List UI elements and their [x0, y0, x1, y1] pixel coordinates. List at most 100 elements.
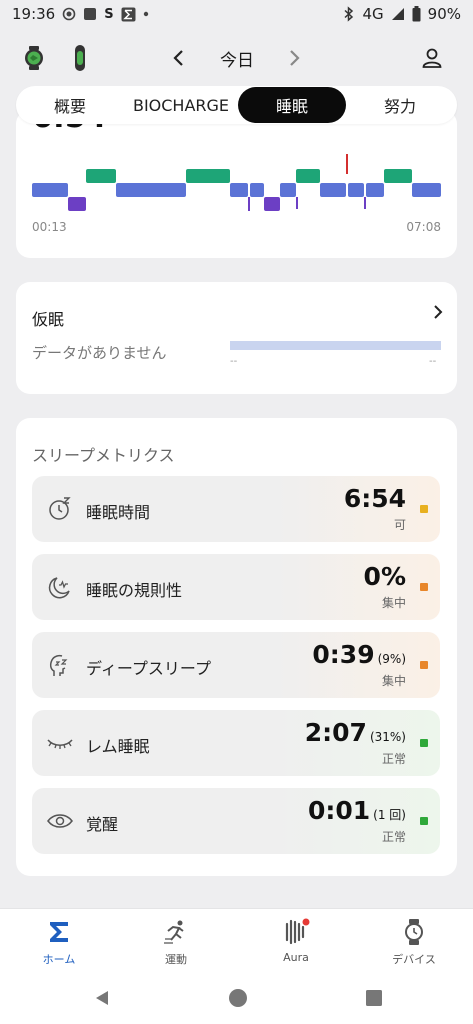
metric-status: 正常 [381, 752, 406, 766]
nav-devices-label: デバイス [392, 953, 436, 966]
moon-heartbeat-icon [46, 573, 74, 601]
chevron-right-icon[interactable] [433, 304, 443, 325]
metric-sleep-regularity[interactable]: 睡眠の規則性 0% 集中 [32, 554, 440, 620]
metric-extra: (1 回) [373, 808, 406, 822]
sleep-stage-light [250, 183, 264, 197]
sleep-stage-deep [264, 197, 280, 211]
metric-status-dot [420, 505, 428, 513]
nav-exercise[interactable]: 運動 [136, 917, 216, 967]
metric-label: レム睡眠 [86, 737, 150, 756]
nap-card[interactable]: 仮眠 データがありません -- -- [16, 282, 457, 394]
metric-status: 可 [393, 518, 406, 532]
closed-eye-icon [46, 729, 74, 757]
nav-aura[interactable]: Aura [256, 917, 336, 964]
battery-percent: 90% [427, 5, 461, 23]
sigma-app-icon [121, 7, 136, 22]
aura-icon [256, 917, 336, 947]
sleep-stage-deep-tick [296, 197, 298, 209]
metric-status: 集中 [381, 674, 406, 688]
metric-label: ディープスリープ [86, 659, 211, 678]
sleep-stage-light [32, 183, 68, 197]
metric-value: 6:54 [343, 484, 406, 513]
sleep-stage-light [412, 183, 441, 197]
sleep-metrics-card: スリープメトリクス 睡眠時間 6:54 可 睡眠の規則性 0% 集中 ディープス… [16, 418, 457, 876]
app-square-icon [83, 7, 97, 21]
next-day-button[interactable] [278, 42, 310, 74]
metric-extra: (9%) [377, 652, 406, 666]
watch-device-icon [374, 917, 454, 947]
open-eye-icon [46, 807, 74, 835]
metric-label: 睡眠の規則性 [86, 581, 183, 600]
nav-exercise-label: 運動 [165, 953, 187, 966]
status-bar: 19:36 S 4G 90% [0, 0, 473, 28]
nap-title: 仮眠 [32, 310, 65, 329]
sleep-stage-light [348, 183, 364, 197]
sleep-stage-deep [68, 197, 86, 211]
record-icon [62, 7, 76, 21]
sleep-stage-rem [86, 169, 116, 183]
bottom-navigation: ホーム 運動 Aura デバイス [0, 908, 473, 972]
sleep-stage-deep-tick [248, 197, 250, 211]
signal-icon [391, 7, 405, 21]
profile-icon[interactable] [416, 42, 448, 74]
head-sleep-icon [46, 651, 74, 679]
metric-value: 0% [363, 562, 406, 591]
sleep-stage-rem [384, 169, 412, 183]
metric-status-dot [420, 739, 428, 747]
metric-sleep-time[interactable]: 睡眠時間 6:54 可 [32, 476, 440, 542]
metric-awake[interactable]: 覚醒 0:01 (1 回) 正常 [32, 788, 440, 854]
nap-empty-bar [230, 341, 441, 350]
tab-overview[interactable]: 概要 [16, 87, 124, 123]
nav-home-label: ホーム [42, 953, 76, 966]
sleep-stages-card[interactable]: 6:54 00:13 07:08 [16, 110, 457, 258]
sleep-stage-light [116, 183, 186, 197]
metric-value: 0:39 (9%) [312, 640, 406, 669]
status-time: 19:36 [12, 5, 56, 23]
nap-empty-text: データがありません [32, 344, 167, 362]
system-navigation-bar [0, 972, 473, 1024]
metric-status-dot [420, 583, 428, 591]
chart-start-time: 00:13 [32, 220, 67, 234]
sleep-stage-light [280, 183, 296, 197]
sleep-stage-awake [346, 154, 348, 174]
chart-end-time: 07:08 [406, 220, 441, 234]
metric-label: 睡眠時間 [86, 503, 151, 522]
recents-icon[interactable] [362, 986, 386, 1010]
top-bar: 今日 [0, 36, 473, 80]
watch-icon[interactable] [18, 42, 50, 74]
band-icon[interactable] [64, 42, 96, 74]
sleep-stage-rem [296, 169, 320, 183]
sleep-stage-light [320, 183, 346, 197]
network-type: 4G [362, 5, 384, 23]
nap-right-dash: -- [429, 356, 437, 367]
metric-label: 覚醒 [86, 815, 119, 834]
nap-left-dash: -- [230, 356, 238, 367]
running-icon [136, 917, 216, 947]
metric-status: 正常 [381, 830, 406, 844]
metrics-title: スリープメトリクス [32, 446, 175, 465]
back-icon[interactable] [90, 986, 114, 1010]
nav-aura-label: Aura [283, 951, 309, 964]
bluetooth-icon [343, 6, 355, 22]
sleep-stage-rem [186, 169, 230, 183]
clock-sleep-icon [46, 495, 74, 523]
metric-rem-sleep[interactable]: レム睡眠 2:07 (31%) 正常 [32, 710, 440, 776]
metric-extra: (31%) [369, 730, 406, 744]
nav-devices[interactable]: デバイス [374, 917, 454, 967]
sleep-stage-light [366, 183, 384, 197]
sleep-stages-chart [32, 154, 441, 211]
metric-status-dot [420, 661, 428, 669]
nav-home[interactable]: ホーム [19, 917, 99, 967]
tab-sleep[interactable]: 睡眠 [238, 87, 346, 123]
section-tabs: 概要 BIOCHARGE 睡眠 努力 [16, 86, 457, 124]
sigma-home-icon [19, 917, 99, 947]
sleep-stage-light [230, 183, 248, 197]
battery-icon [412, 6, 421, 22]
date-label: 今日 [220, 51, 254, 71]
tab-effort[interactable]: 努力 [346, 87, 454, 123]
metric-deep-sleep[interactable]: ディープスリープ 0:39 (9%) 集中 [32, 632, 440, 698]
metric-status-dot [420, 817, 428, 825]
tab-biocharge[interactable]: BIOCHARGE [124, 87, 238, 123]
metric-value: 0:01 (1 回) [307, 796, 406, 825]
home-circle-icon[interactable] [226, 986, 250, 1010]
